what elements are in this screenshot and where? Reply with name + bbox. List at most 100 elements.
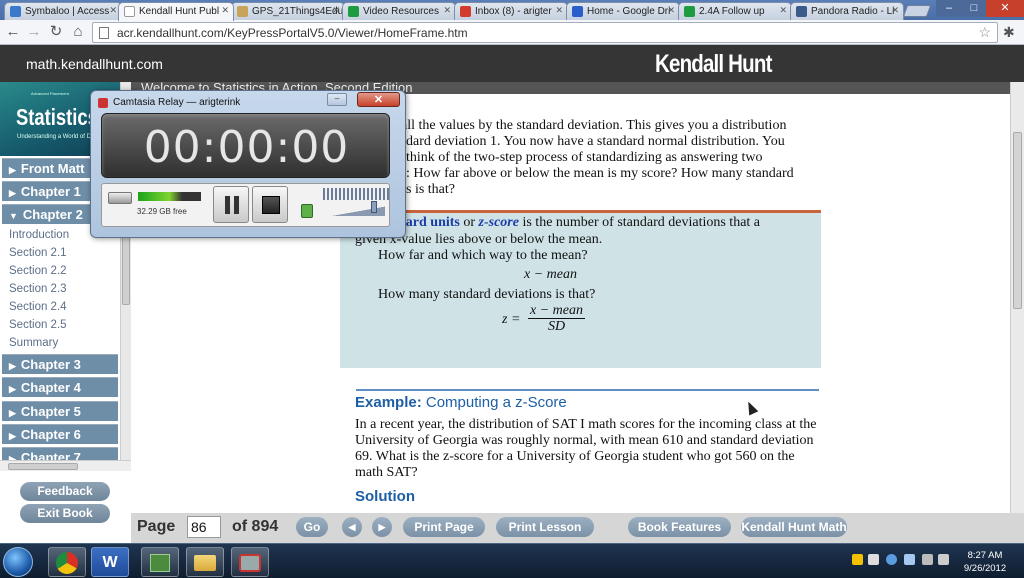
sidebar-section-2-1[interactable]: Section 2.1	[9, 247, 67, 259]
triangle-down-icon: ▼	[9, 211, 18, 221]
sidebar-item-chapter-7[interactable]: ▶ Chapter 7	[2, 447, 118, 460]
feedback-button[interactable]: Feedback	[20, 482, 110, 501]
reload-icon[interactable]: ↻	[46, 23, 66, 41]
camtasia-controls: 32.29 GB free	[101, 183, 391, 227]
home-icon[interactable]: ⌂	[68, 23, 88, 41]
close-tab-icon[interactable]: ✕	[221, 5, 229, 16]
camtasia-relay-window: Camtasia Relay — arigterink – ✕ 00:00:00…	[90, 90, 406, 238]
close-tab-icon[interactable]: ✕	[332, 5, 340, 16]
tab-follow-up[interactable]: 2.4A Follow up ✕	[678, 2, 792, 20]
power-icon[interactable]	[922, 554, 933, 565]
sidebar-section-summary[interactable]: Summary	[9, 337, 58, 349]
scrollbar-thumb[interactable]	[8, 463, 78, 470]
system-tray	[848, 552, 949, 572]
go-button[interactable]: Go	[296, 517, 328, 537]
kendall-hunt-math-button[interactable]: Kendall Hunt Math	[741, 517, 847, 537]
camtasia-minimize-button[interactable]: –	[327, 93, 347, 106]
minimize-button[interactable]: –	[936, 0, 962, 17]
example-heading: Example: Computing a z-Score	[355, 394, 567, 411]
triangle-right-icon: ▶	[9, 165, 16, 175]
display-icon[interactable]	[904, 554, 915, 565]
sidebar-section-introduction[interactable]: Introduction	[9, 229, 69, 241]
start-button[interactable]	[3, 547, 33, 577]
sidebar-section-2-2[interactable]: Section 2.2	[9, 265, 67, 277]
forward-icon[interactable]: →	[24, 23, 44, 41]
flag-icon[interactable]	[852, 554, 863, 565]
system-clock[interactable]: 8:27 AM 9/26/2012	[955, 549, 1015, 575]
folder-taskbar-icon[interactable]	[186, 547, 224, 577]
close-tab-icon[interactable]: ✕	[891, 5, 899, 16]
tab-kendall-hunt[interactable]: Kendall Hunt Publ ✕	[118, 2, 234, 21]
camtasia-close-button[interactable]: ✕	[357, 92, 400, 107]
tab-inbox[interactable]: Inbox (8) - arigter ✕	[454, 2, 568, 20]
screen: Symbaloo | Access ✕ Kendall Hunt Publ ✕ GP…	[0, 0, 1024, 578]
gps-icon	[237, 6, 248, 17]
new-tab-button[interactable]	[902, 5, 932, 17]
exit-book-button[interactable]: Exit Book	[20, 504, 110, 523]
close-tab-icon[interactable]: ✕	[109, 5, 117, 16]
body-line: : How far above or below the mean is my …	[406, 166, 794, 181]
volume-icon[interactable]	[938, 554, 949, 565]
sidebar-item-chapter-6[interactable]: ▶ Chapter 6	[2, 424, 118, 444]
close-window-button[interactable]: ✕	[986, 0, 1024, 17]
example-line: math SAT?	[355, 465, 418, 480]
page-number-input[interactable]: 86	[187, 516, 221, 538]
sidebar-item-chapter-3[interactable]: ▶ Chapter 3	[2, 354, 118, 374]
example-line: In a recent year, the distribution of SA…	[355, 417, 817, 432]
print-lesson-button[interactable]: Print Lesson	[496, 517, 594, 537]
tab-google-drive[interactable]: Home - Google Dri ✕	[566, 2, 680, 20]
pandora-icon	[796, 6, 807, 17]
scrollbar-thumb[interactable]	[1013, 132, 1022, 309]
definition-box: dard units or z-score is the number of s…	[340, 210, 821, 368]
close-tab-icon[interactable]: ✕	[443, 5, 451, 16]
disk-free-text: 32.29 GB free	[137, 207, 187, 216]
volume-meter	[323, 188, 391, 200]
audio-level-meter	[138, 192, 201, 201]
clock-date: 9/26/2012	[963, 563, 1007, 574]
app-taskbar-icon[interactable]	[141, 547, 179, 577]
close-tab-icon[interactable]: ✕	[667, 5, 675, 16]
recording-timer: 00:00:00	[143, 122, 350, 173]
sidebar-item-chapter-5[interactable]: ▶ Chapter 5	[2, 401, 118, 421]
site-link[interactable]: math.kendallhunt.com	[26, 56, 163, 72]
browser-toolbar: ← → ↻ ⌂ acr.kendallhunt.com/KeyPressPort…	[0, 20, 1024, 45]
stop-button[interactable]	[252, 186, 288, 223]
notification-icon[interactable]	[868, 554, 879, 565]
chrome-taskbar-icon[interactable]	[48, 547, 86, 577]
next-page-icon[interactable]: ▶	[372, 517, 392, 537]
sidebar-item-chapter-4[interactable]: ▶ Chapter 4	[2, 377, 118, 397]
body-line: think of the two-step process of standar…	[406, 150, 763, 165]
formula-1: x − mean	[524, 267, 577, 282]
close-tab-icon[interactable]: ✕	[779, 5, 787, 16]
sidebar-section-2-4[interactable]: Section 2.4	[9, 301, 67, 313]
windows-taskbar: W 8:27 AM 9/26/2012	[0, 543, 1024, 578]
back-icon[interactable]: ←	[3, 23, 23, 41]
address-bar[interactable]: acr.kendallhunt.com/KeyPressPortalV5.0/V…	[92, 22, 998, 43]
maximize-button[interactable]: □	[962, 0, 986, 17]
triangle-right-icon: ▶	[9, 431, 16, 441]
wrench-icon[interactable]: ✱	[1003, 24, 1015, 41]
sidebar-section-2-3[interactable]: Section 2.3	[9, 283, 67, 295]
camtasia-taskbar-icon[interactable]	[231, 547, 269, 577]
question-2: How many standard deviations is that?	[378, 287, 596, 302]
previous-page-icon[interactable]: ◀	[342, 517, 362, 537]
tab-pandora[interactable]: Pandora Radio - Li ✕	[790, 2, 904, 20]
content-scrollbar[interactable]	[1010, 82, 1024, 513]
volume-slider-thumb[interactable]	[371, 201, 377, 213]
close-tab-icon[interactable]: ✕	[555, 5, 563, 16]
pause-button[interactable]	[213, 186, 249, 223]
tab-video-resources[interactable]: Video Resources ✕	[342, 2, 456, 20]
sidebar-section-2-5[interactable]: Section 2.5	[9, 319, 67, 331]
bookmark-star-icon[interactable]: ☆	[978, 24, 991, 41]
camtasia-title: Camtasia Relay — arigterink	[113, 97, 241, 108]
network-icon[interactable]	[886, 554, 897, 565]
tab-symbaloo[interactable]: Symbaloo | Access ✕	[4, 2, 122, 20]
word-taskbar-icon[interactable]: W	[91, 547, 129, 577]
tab-gps[interactable]: GPS_21Things4Edu ✕	[231, 2, 345, 20]
book-features-button[interactable]: Book Features	[628, 517, 731, 537]
definition-line: dard units or z-score is the number of s…	[398, 215, 761, 230]
microphone-icon[interactable]	[301, 204, 313, 218]
solution-heading: Solution	[355, 488, 415, 505]
print-page-button[interactable]: Print Page	[403, 517, 485, 537]
sidebar-horizontal-scrollbar[interactable]	[0, 460, 131, 471]
